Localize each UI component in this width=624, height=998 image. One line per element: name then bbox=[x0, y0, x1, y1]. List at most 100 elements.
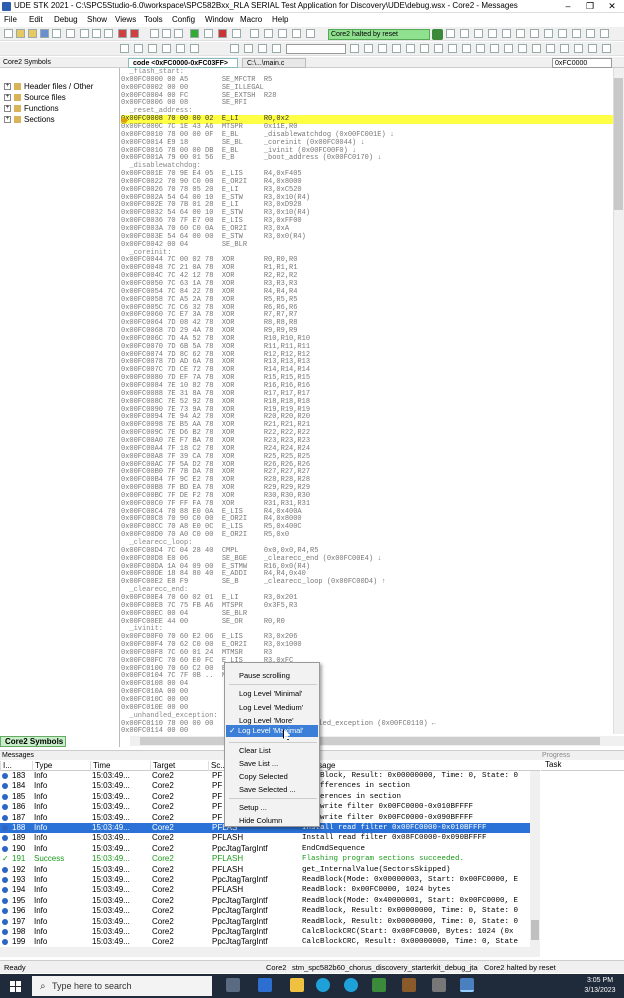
tool-icon-3[interactable] bbox=[148, 44, 157, 53]
menu-tools[interactable]: Tools bbox=[144, 15, 163, 24]
window-icon-b[interactable] bbox=[460, 29, 469, 38]
menu-edit[interactable]: Edit bbox=[29, 15, 43, 24]
tool-icon-6[interactable] bbox=[190, 44, 199, 53]
app-icon-grey[interactable] bbox=[432, 978, 446, 992]
symbols-tab[interactable]: Core2 Symbols bbox=[0, 736, 66, 747]
menu-setup[interactable]: Setup ... bbox=[239, 803, 267, 812]
new-icon[interactable] bbox=[4, 29, 13, 38]
col-id[interactable]: I... bbox=[0, 761, 32, 771]
taskbar-search[interactable]: ⌕ Type here to search bbox=[32, 976, 212, 996]
message-row[interactable]: ✓ 191 Success 15:03:49... Core2 PFLASH Flashin… bbox=[0, 854, 530, 864]
menu-pause-scrolling[interactable]: Pause scrolling bbox=[239, 671, 290, 680]
step-icon[interactable] bbox=[150, 29, 159, 38]
toolbar-combo[interactable] bbox=[286, 44, 346, 54]
maximize-button[interactable]: ❐ bbox=[579, 0, 601, 13]
expand-icon[interactable]: + bbox=[4, 83, 11, 91]
app-icon-brown[interactable] bbox=[402, 978, 416, 992]
col-time[interactable]: Time bbox=[90, 761, 150, 771]
menu-save-selected[interactable]: Save Selected ... bbox=[239, 785, 296, 794]
messages-scroll-thumb[interactable] bbox=[531, 920, 539, 940]
expand-icon[interactable]: + bbox=[4, 94, 11, 102]
col-message[interactable]: Message bbox=[300, 761, 530, 771]
menu-file[interactable]: File bbox=[4, 15, 17, 24]
message-row[interactable]: 192 Info 15:03:49... Core2 PFLASH get_Interna… bbox=[0, 865, 530, 875]
window-icon-k[interactable] bbox=[586, 29, 595, 38]
window-icon-l[interactable] bbox=[600, 29, 609, 38]
menu-log-maximal[interactable]: Log Level 'Maximal' bbox=[226, 725, 318, 737]
menu-show[interactable]: Show bbox=[87, 15, 107, 24]
tool-icon-8[interactable] bbox=[244, 44, 253, 53]
menu-window[interactable]: Window bbox=[205, 15, 233, 24]
run-icon[interactable] bbox=[190, 29, 199, 38]
cut-icon[interactable] bbox=[80, 29, 89, 38]
messages-horizontal-scrollbar[interactable] bbox=[0, 947, 540, 957]
tool-icon-26[interactable] bbox=[560, 44, 569, 53]
tree-item-functions[interactable]: + Functions bbox=[4, 104, 59, 113]
menu-help[interactable]: Help bbox=[272, 15, 288, 24]
app-icon-green[interactable] bbox=[372, 978, 386, 992]
tool-icon-17[interactable] bbox=[434, 44, 443, 53]
tool-icon-9[interactable] bbox=[258, 44, 267, 53]
window-icon-a[interactable] bbox=[446, 29, 455, 38]
tree-item-source-files[interactable]: + Source files bbox=[4, 93, 66, 102]
menu-clear-list[interactable]: Clear List bbox=[239, 746, 271, 755]
window-icon-i[interactable] bbox=[558, 29, 567, 38]
core-break-icon[interactable] bbox=[278, 29, 287, 38]
save-all-icon[interactable] bbox=[52, 29, 61, 38]
message-row[interactable]: 195 Info 15:03:49... Core2 PpcJtagTargIntf Re… bbox=[0, 896, 530, 906]
col-target[interactable]: Target bbox=[150, 761, 208, 771]
core-run-icon[interactable] bbox=[264, 29, 273, 38]
tool-icon-12[interactable] bbox=[364, 44, 373, 53]
message-row[interactable]: 194 Info 15:03:49... Core2 PFLASH ReadBlock: … bbox=[0, 885, 530, 895]
message-row[interactable]: 193 Info 15:03:49... Core2 PpcJtagTargIntf Re… bbox=[0, 875, 530, 885]
window-icon-h[interactable] bbox=[544, 29, 553, 38]
tool-icon-10[interactable] bbox=[272, 44, 281, 53]
tool-icon-19[interactable] bbox=[462, 44, 471, 53]
print-icon[interactable] bbox=[66, 29, 75, 38]
file-explorer-icon[interactable] bbox=[290, 978, 304, 992]
close-button[interactable]: ✕ bbox=[601, 0, 623, 13]
tool-icon-20[interactable] bbox=[476, 44, 485, 53]
copy-icon[interactable] bbox=[92, 29, 101, 38]
run-to-icon[interactable] bbox=[204, 29, 213, 38]
edge-icon[interactable] bbox=[316, 978, 330, 992]
open-icon[interactable] bbox=[16, 29, 25, 38]
tool-icon-21[interactable] bbox=[490, 44, 499, 53]
menu-log-minimal[interactable]: Log Level 'Minimal' bbox=[239, 689, 302, 698]
tool-icon-15[interactable] bbox=[406, 44, 415, 53]
message-row[interactable]: 197 Info 15:03:49... Core2 PpcJtagTargIntf Re… bbox=[0, 917, 530, 927]
code-scroll-thumb[interactable] bbox=[614, 78, 623, 210]
tool-icon-4[interactable] bbox=[162, 44, 171, 53]
ude-icon[interactable] bbox=[460, 978, 474, 992]
window-icon-f[interactable] bbox=[516, 29, 525, 38]
tool-icon-24[interactable] bbox=[532, 44, 541, 53]
window-icon-c[interactable] bbox=[474, 29, 483, 38]
menu-save-list[interactable]: Save List ... bbox=[239, 759, 278, 768]
disassembly-view[interactable]: _flash_start: 0x00FC0000 00 A5 SE_MFCTR R… bbox=[121, 68, 613, 734]
menu-hide-column[interactable]: Hide Column bbox=[239, 816, 282, 825]
reset-icon[interactable] bbox=[118, 29, 127, 38]
tool-icon-16[interactable] bbox=[420, 44, 429, 53]
tool-icon-25[interactable] bbox=[546, 44, 555, 53]
menu-copy-selected[interactable]: Copy Selected bbox=[239, 772, 288, 781]
tool-icon-7[interactable] bbox=[230, 44, 239, 53]
window-icon-d[interactable] bbox=[488, 29, 497, 38]
window-icon-g[interactable] bbox=[530, 29, 539, 38]
store-icon[interactable] bbox=[258, 978, 272, 992]
step-over-icon[interactable] bbox=[162, 29, 171, 38]
menu-log-medium[interactable]: Log Level 'Medium' bbox=[239, 703, 303, 712]
tool-icon-11[interactable] bbox=[350, 44, 359, 53]
message-row[interactable]: 189 Info 15:03:49... Core2 PFLASH Install rea… bbox=[0, 833, 530, 843]
tree-item-header-files[interactable]: + Header files / Other bbox=[4, 82, 93, 91]
tab-main-c[interactable]: C:\...\main.c bbox=[242, 58, 306, 68]
tool-icon-22[interactable] bbox=[504, 44, 513, 53]
tool-icon-28[interactable] bbox=[588, 44, 597, 53]
address-input[interactable]: 0xFC0000 bbox=[552, 58, 612, 68]
menu-views[interactable]: Views bbox=[115, 15, 136, 24]
message-row[interactable]: 190 Info 15:03:49... Core2 PpcJtagTargIntf En… bbox=[0, 844, 530, 854]
core-select-icon[interactable] bbox=[250, 29, 259, 38]
tool-icon-2[interactable] bbox=[134, 44, 143, 53]
animate-icon[interactable] bbox=[232, 29, 241, 38]
core-reset-icon[interactable] bbox=[292, 29, 301, 38]
code-line[interactable]: 0x00FC0114 00 00 bbox=[121, 727, 613, 734]
